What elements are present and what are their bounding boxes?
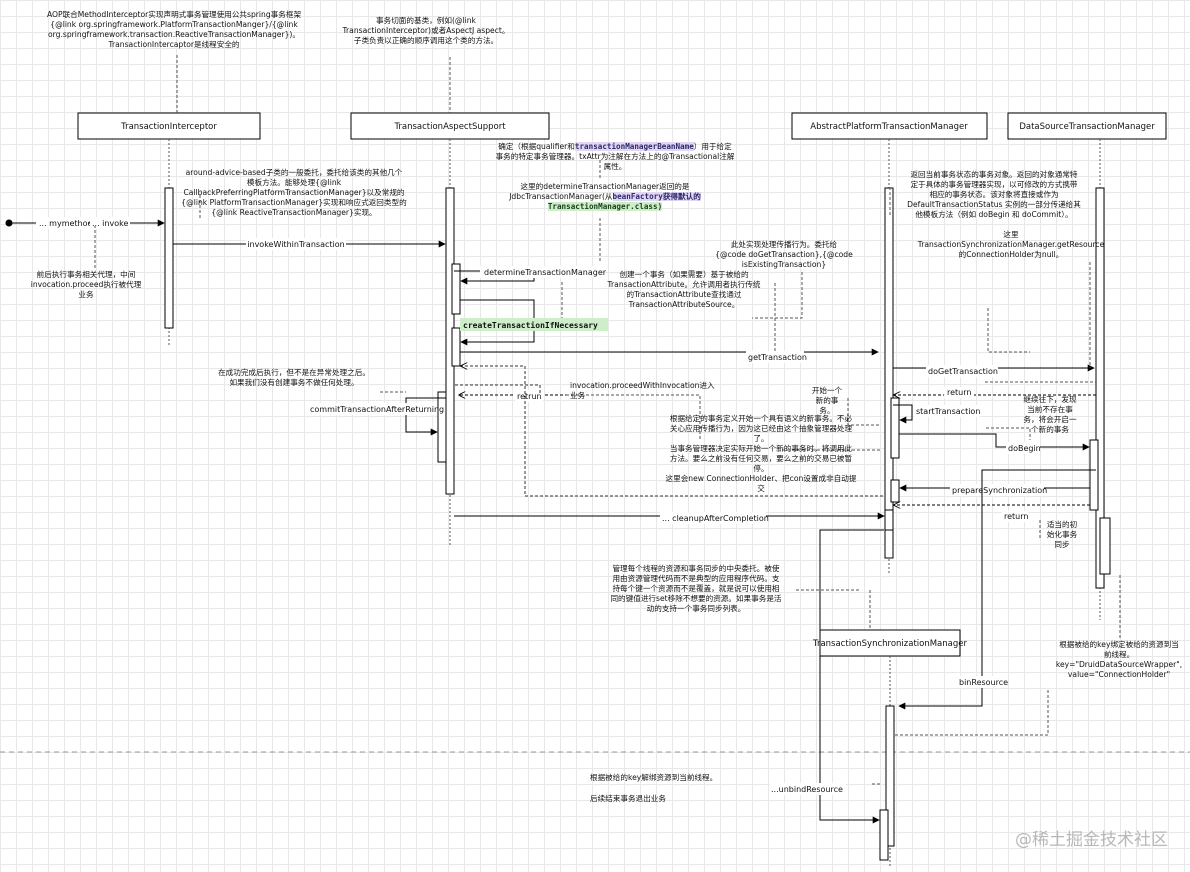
do-begin-label: doBegin [1008, 444, 1041, 453]
note-connection-holder: 这里 TransactionSynchronizationManager.get… [917, 230, 1105, 259]
note-create-tx: 创建一个事务（如果需要）基于被给的 TransactionAttribute。允… [607, 270, 761, 309]
participant-label: DataSourceTransactionManager [1019, 122, 1155, 132]
participant-transaction-aspect-support: TransactionAspectSupport [350, 112, 550, 140]
bin-resource-label: binResource [959, 678, 1008, 687]
unbind-resource-label: ...unbindResource [771, 785, 843, 794]
note-return-state: 返回当前事务状态的事务对象。返回的对象通常特 定于具体的事务管理器实现，以可修改… [907, 170, 1081, 219]
participant-abstract-platform-transaction-manager: AbstractPlatformTransactionManager [791, 112, 988, 140]
watermark: @稀土掘金技术社区 [1015, 830, 1168, 850]
note-qualifier: 确定（根据qualifier和transactionManagerBeanNam… [495, 142, 735, 171]
do-begin-arrow [899, 433, 1090, 451]
participant-label: TransactionInterceptor [120, 122, 217, 132]
cleanup-label: ... cleanupAfterCompletion [662, 514, 769, 523]
participant-datasource-transaction-manager: DataSourceTransactionManager [1007, 112, 1167, 140]
note-central-delegate: 管理每个线程的资源和事务同步的中央委托。被使 用由资源管理代码而不是典型的应用程… [610, 564, 782, 613]
note-semantic-begin: 根据给定的事务定义开始一个具有语义的新事务。不必 关心应用传播行为，因为这已经由… [665, 414, 857, 493]
do-get-transaction-label: doGetTransaction [928, 367, 998, 376]
start-node [5, 219, 13, 227]
create-tx-label: createTransactionIfNecessary [463, 320, 598, 330]
note-proceed-mid: invocation.proceedWithInvocation进入 业务 [570, 381, 715, 400]
start-transaction-label: startTransaction [916, 407, 980, 416]
note-finish: 后续结束事务退出业务 [590, 794, 666, 803]
note-init-sync: 适当的初 始化事务 同步 [1046, 520, 1078, 549]
sequence-diagram: TransactionInterceptor TransactionAspect… [0, 55, 1190, 868]
invoke-within-transaction-label: invokeWithinTransaction [247, 240, 344, 249]
note-propagation: 此处实现处理传播行为。委托给 {@code doGetTransaction},… [715, 240, 853, 269]
unbind-resource-arrow [819, 529, 884, 824]
mymethod-label: ... mymethod [39, 219, 93, 228]
retrun-label: retrun [517, 392, 542, 401]
note-around-advice: around-advice-based子类的一般委托，委托给该类的其他几个 模板… [181, 168, 407, 217]
note-continue: 继续往下，发现 当前不存在事 务，将会开启一 个新的事务 [1023, 395, 1077, 434]
invoke-label: ... invoke [92, 219, 128, 228]
note-interceptor-top: AOP联合MethodInterceptor实现声明式事务管理使用公共sprin… [46, 10, 302, 49]
note-after-success: 在成功完成后执行，但不是在异常处理之后。 如果我们没有创建事务不做任何处理。 [218, 368, 370, 387]
commit-after-returning-label: commitTransactionAfterReturning [310, 405, 444, 414]
participant-transaction-interceptor: TransactionInterceptor [77, 112, 261, 140]
participant-label: TransactionSynchronizationManager [812, 639, 967, 649]
prepare-sync-label: prepareSynchronization [952, 486, 1047, 495]
participant-label: AbstractPlatformTransactionManager [810, 122, 968, 132]
note-start-new: 开始一个 新的事 务。 [811, 386, 843, 415]
participant-label: TransactionAspectSupport [393, 122, 506, 132]
note-proceed-left: 前后执行事务相关代理，中间 invocation.proceed执行被代理 业务 [30, 270, 142, 299]
note-unbind-resource: 根据被给的key解绑资源到当前线程。 [590, 773, 718, 782]
note-jdbc-tm: 这里的determineTransactionManager返回的是 JdbcT… [509, 182, 701, 211]
return-do-get-label: return [947, 388, 971, 397]
note-aspect-top: 事务切面的基类，例如(@link TransactionInterceptor)… [342, 16, 510, 45]
return-prepare-label: return [1004, 512, 1028, 521]
participant-transaction-synchronization-manager: TransactionSynchronizationManager [812, 629, 967, 657]
get-transaction-label: getTransaction [748, 353, 807, 362]
note-bind-resource: 根据被给的key绑定被给的资源到当 前线程。 key="DruidDataSou… [1055, 640, 1183, 679]
